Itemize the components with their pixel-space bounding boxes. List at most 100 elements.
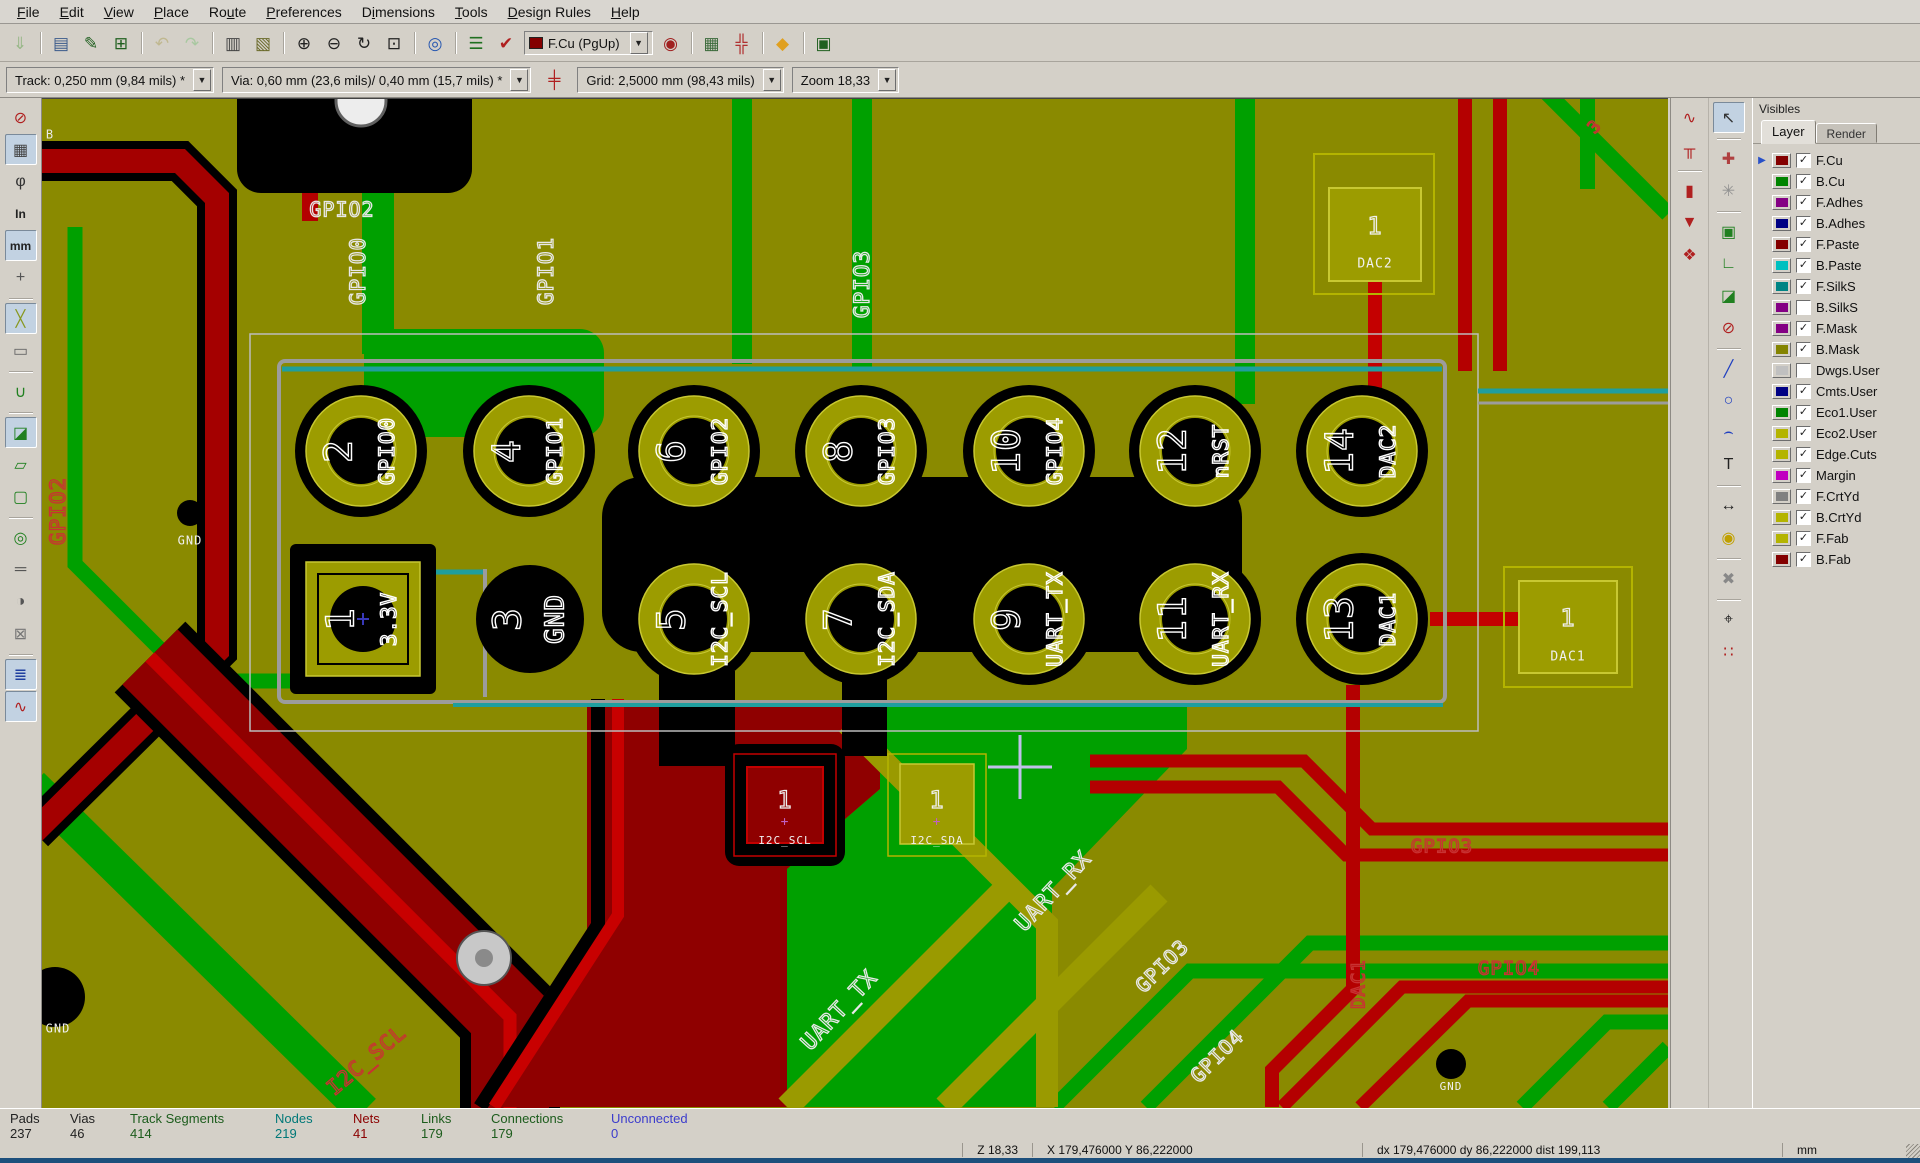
menu-edit[interactable]: Edit [51, 2, 93, 22]
layer-row-b-mask[interactable]: ✓B.Mask [1757, 339, 1920, 360]
cursor-shape-toggle[interactable]: + [5, 262, 37, 293]
add-keepout-tool[interactable]: ⊘ [1713, 312, 1745, 343]
layer-row-f-crtyd[interactable]: ✓F.CrtYd [1757, 486, 1920, 507]
ratsnest-visibility-toggle[interactable]: ╳ [5, 303, 37, 334]
add-circle-tool[interactable]: ○ [1713, 385, 1745, 416]
layer-color-swatch[interactable] [1772, 195, 1791, 210]
hide-tracks-toggle[interactable]: ⊠ [5, 618, 37, 649]
units-inches-toggle[interactable]: In [5, 198, 37, 229]
layer-color-swatch[interactable] [1772, 426, 1791, 441]
layer-visible-checkbox[interactable]: ✓ [1796, 342, 1811, 357]
pad-11[interactable]: 11UART_RX [1129, 553, 1261, 685]
layer-visible-checkbox[interactable]: ✓ [1796, 237, 1811, 252]
layer-visible-checkbox[interactable]: ✓ [1796, 216, 1811, 231]
grid-visibility-toggle[interactable]: ▦ [5, 134, 37, 165]
add-arc-tool[interactable]: ⌢ [1713, 417, 1745, 448]
zones-filled-toggle[interactable]: ◪ [5, 417, 37, 448]
layers-manager-toggle[interactable]: ≣ [5, 659, 37, 690]
layer-color-swatch[interactable] [1772, 279, 1791, 294]
layer-color-swatch[interactable] [1772, 363, 1791, 378]
local-ratsnest-tool[interactable]: ✳ [1713, 175, 1745, 206]
zoom-out-button[interactable]: ⊖ [320, 29, 348, 57]
layer-visible-checkbox[interactable]: ✓ [1796, 258, 1811, 273]
zoom-in-button[interactable]: ⊕ [290, 29, 318, 57]
mw-stub-tool[interactable]: ▮ [1674, 175, 1706, 206]
layer-row-b-adhes[interactable]: ✓B.Adhes [1757, 213, 1920, 234]
mw-tuned-line-tool[interactable]: ∿ [1674, 102, 1706, 133]
redraw-button[interactable]: ↻ [350, 29, 378, 57]
layer-row-f-adhes[interactable]: ✓F.Adhes [1757, 192, 1920, 213]
layer-visible-checkbox[interactable] [1796, 300, 1811, 315]
pad-9[interactable]: 9UART_TX [963, 553, 1095, 685]
track-width-combo[interactable]: Track: 0,250 mm (9,84 mils) * ▼ [6, 67, 214, 93]
undo-button[interactable]: ↶ [148, 29, 176, 57]
find-button[interactable]: ◎ [421, 29, 449, 57]
layer-row-dwgs-user[interactable]: Dwgs.User [1757, 360, 1920, 381]
pad-12[interactable]: 12nRST [1129, 385, 1261, 517]
layer-visible-checkbox[interactable]: ✓ [1796, 468, 1811, 483]
add-target-tool[interactable]: ◉ [1713, 522, 1745, 553]
menu-place[interactable]: Place [145, 2, 198, 22]
layer-color-swatch[interactable] [1772, 468, 1791, 483]
pad-8[interactable]: 8GPIO3 [795, 385, 927, 517]
layer-visible-checkbox[interactable]: ✓ [1796, 489, 1811, 504]
menu-preferences[interactable]: Preferences [257, 2, 351, 22]
mw-shape-tool[interactable]: ❖ [1674, 239, 1706, 270]
layer-visible-checkbox[interactable]: ✓ [1796, 426, 1811, 441]
layer-visible-checkbox[interactable]: ✓ [1796, 531, 1811, 546]
print-button[interactable]: ▥ [219, 29, 247, 57]
drc-button[interactable]: ✔ [492, 29, 520, 57]
layer-visible-checkbox[interactable]: ✓ [1796, 552, 1811, 567]
layer-row-b-cu[interactable]: ✓B.Cu [1757, 171, 1920, 192]
layer-color-swatch[interactable] [1772, 384, 1791, 399]
layer-visible-checkbox[interactable]: ✓ [1796, 384, 1811, 399]
pad-13[interactable]: 13DAC1 [1296, 553, 1428, 685]
layer-color-swatch[interactable] [1772, 300, 1791, 315]
via-display-button[interactable]: ◉ [657, 29, 685, 57]
add-dimension-tool[interactable]: ↔ [1713, 490, 1745, 521]
footprint-mode-button[interactable]: ▦ [698, 29, 726, 57]
pad-4[interactable]: 4GPIO1 [463, 385, 595, 517]
zoom-fit-button[interactable]: ⊡ [380, 29, 408, 57]
layer-color-swatch[interactable] [1772, 489, 1791, 504]
pad-1[interactable]: 13.3V [290, 544, 436, 694]
layer-color-swatch[interactable] [1772, 321, 1791, 336]
delete-tool[interactable]: ✖ [1713, 563, 1745, 594]
menu-help[interactable]: Help [602, 2, 649, 22]
layer-color-swatch[interactable] [1772, 174, 1791, 189]
menu-dimensions[interactable]: Dimensions [353, 2, 444, 22]
auto-delete-track-toggle[interactable]: ∪ [5, 376, 37, 407]
track-width-tool-icon[interactable]: ╪ [539, 66, 569, 94]
layer-color-swatch[interactable] [1772, 258, 1791, 273]
layer-color-swatch[interactable] [1772, 552, 1791, 567]
layer-visible-checkbox[interactable]: ✓ [1796, 447, 1811, 462]
tab-render[interactable]: Render [1816, 123, 1877, 143]
layer-row-b-crtyd[interactable]: ✓B.CrtYd [1757, 507, 1920, 528]
route-track-tool[interactable]: ∟ [1713, 248, 1745, 279]
layer-visible-checkbox[interactable]: ✓ [1796, 153, 1811, 168]
layer-row-edge-cuts[interactable]: ✓Edge.Cuts [1757, 444, 1920, 465]
via-size-combo[interactable]: Via: 0,60 mm (23,6 mils)/ 0,40 mm (15,7 … [222, 67, 531, 93]
scripting-console-button[interactable]: ▣ [810, 29, 838, 57]
track-mode-button[interactable]: ╬ [728, 29, 756, 57]
footprint-editor-button[interactable]: ✎ [77, 29, 105, 57]
pad-10[interactable]: 10GPIO4 [963, 385, 1095, 517]
layer-color-swatch[interactable] [1772, 405, 1791, 420]
zones-outline-toggle[interactable]: ▢ [5, 481, 37, 512]
layer-visible-checkbox[interactable]: ✓ [1796, 279, 1811, 294]
layer-row-eco1-user[interactable]: ✓Eco1.User [1757, 402, 1920, 423]
module-ratsnest-toggle[interactable]: ▭ [5, 335, 37, 366]
footprint-browser-button[interactable]: ⊞ [107, 29, 135, 57]
add-line-tool[interactable]: ╱ [1713, 353, 1745, 384]
high-contrast-toggle[interactable]: ◑ [5, 586, 37, 617]
tab-layer[interactable]: Layer [1761, 120, 1816, 144]
layer-color-swatch[interactable] [1772, 216, 1791, 231]
layer-color-swatch[interactable] [1772, 153, 1791, 168]
resize-grip[interactable] [1906, 1144, 1920, 1158]
layer-visible-checkbox[interactable]: ✓ [1796, 510, 1811, 525]
plot-button[interactable]: ▧ [249, 29, 277, 57]
vias-sketch-toggle[interactable]: ◎ [5, 522, 37, 553]
layer-row-f-paste[interactable]: ✓F.Paste [1757, 234, 1920, 255]
page-settings-button[interactable]: ▤ [47, 29, 75, 57]
zones-unfilled-toggle[interactable]: ▱ [5, 449, 37, 480]
